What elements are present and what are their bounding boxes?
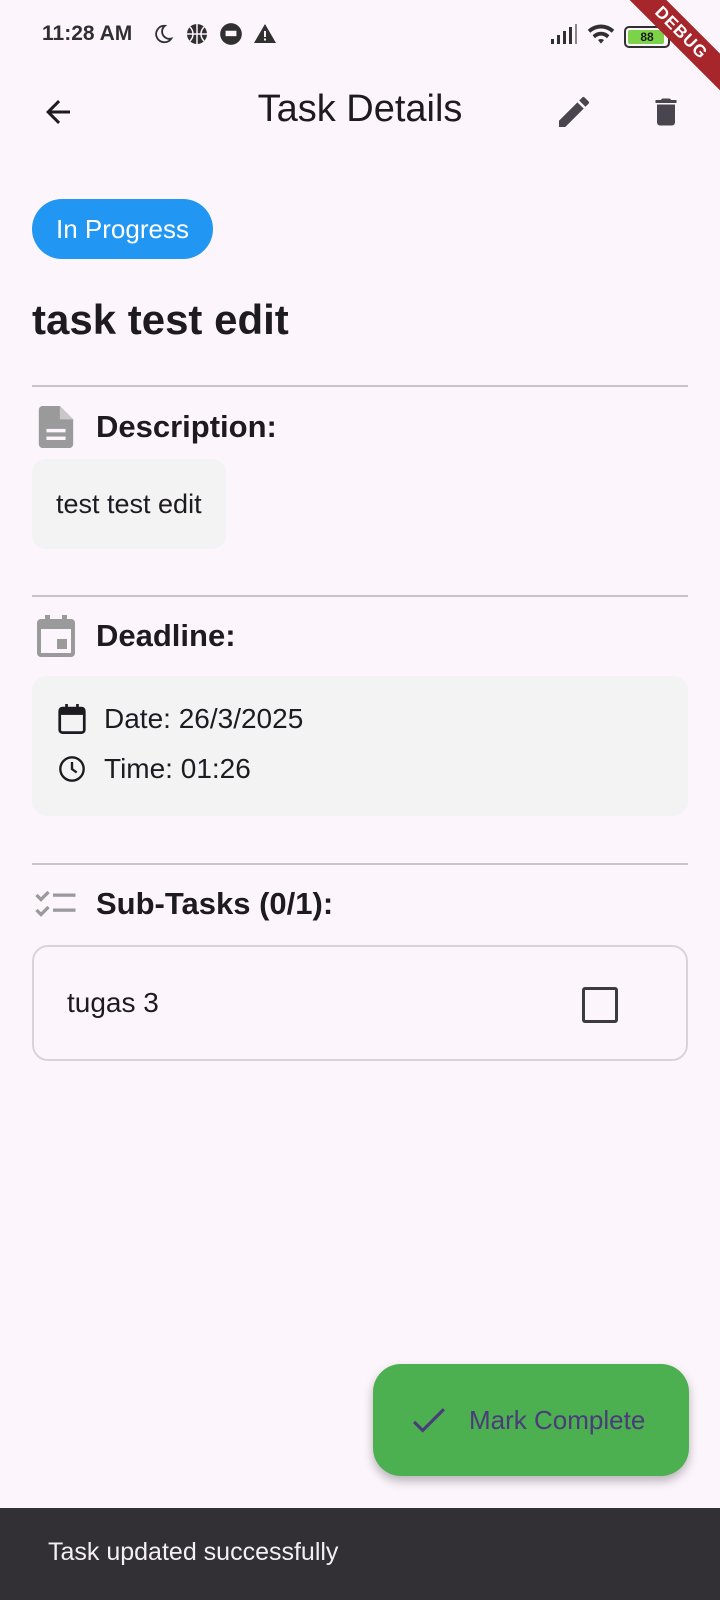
status-icons-left bbox=[150, 21, 278, 47]
status-badge: In Progress bbox=[32, 199, 213, 259]
snackbar-message: Task updated successfully bbox=[48, 1538, 339, 1566]
delete-button[interactable] bbox=[640, 86, 692, 138]
subtask-checkbox[interactable] bbox=[582, 987, 618, 1023]
wifi-icon bbox=[586, 22, 616, 51]
deadline-label: Deadline: bbox=[96, 618, 236, 653]
description-header: Description: bbox=[32, 403, 277, 451]
mark-complete-label: Mark Complete bbox=[469, 1404, 646, 1435]
deadline-date: Date: 26/3/2025 bbox=[104, 703, 304, 734]
snackbar: Task updated successfully bbox=[0, 1508, 720, 1600]
document-icon bbox=[32, 403, 80, 451]
battery-level: 88 bbox=[640, 29, 654, 44]
description-label: Description: bbox=[96, 409, 277, 444]
subtasks-label: Sub-Tasks (0/1): bbox=[96, 886, 334, 921]
divider bbox=[32, 595, 688, 597]
warning-icon bbox=[252, 21, 278, 47]
app-bar: Task Details bbox=[0, 70, 720, 154]
signal-icon bbox=[550, 23, 578, 50]
description-box: test test edit bbox=[32, 459, 226, 549]
deadline-time: Time: 01:26 bbox=[104, 753, 251, 784]
subtasks-header: Sub-Tasks (0/1): bbox=[32, 880, 333, 928]
deadline-date-row: Date: 26/3/2025 bbox=[56, 703, 303, 735]
calendar-event-icon bbox=[32, 612, 80, 660]
deadline-time-row: Time: 01:26 bbox=[56, 753, 251, 785]
mark-complete-button[interactable]: Mark Complete bbox=[373, 1364, 689, 1476]
deadline-box: Date: 26/3/2025 Time: 01:26 bbox=[32, 676, 688, 816]
message-icon bbox=[218, 21, 244, 47]
subtask-item: tugas 3 bbox=[32, 945, 688, 1061]
status-bar: 11:28 AM 88 bbox=[0, 0, 720, 70]
deadline-header: Deadline: bbox=[32, 612, 236, 660]
task-details-screen: 11:28 AM 88 DEBUG Task Details In Progre… bbox=[0, 0, 720, 1600]
page-title: Task Details bbox=[257, 88, 463, 130]
checklist-icon bbox=[32, 880, 80, 928]
check-icon bbox=[409, 1400, 449, 1440]
calendar-icon bbox=[56, 703, 88, 735]
basketball-icon bbox=[184, 21, 210, 47]
subtask-label: tugas 3 bbox=[67, 987, 159, 1018]
trash-icon bbox=[655, 98, 677, 126]
pencil-icon bbox=[559, 96, 589, 127]
status-time: 11:28 AM bbox=[42, 22, 133, 45]
edit-button[interactable] bbox=[548, 86, 600, 138]
divider bbox=[32, 385, 688, 387]
moon-icon bbox=[150, 21, 176, 47]
task-title: task test edit bbox=[32, 296, 289, 343]
clock-icon bbox=[56, 753, 88, 785]
divider bbox=[32, 863, 688, 865]
